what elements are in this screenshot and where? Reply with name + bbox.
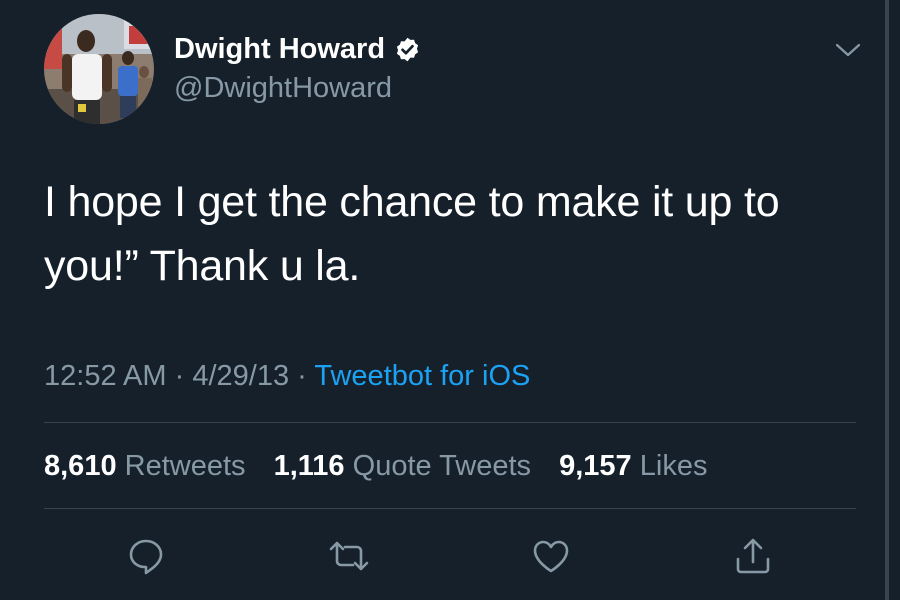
tweet-time[interactable]: 12:52 AM	[44, 360, 167, 392]
share-icon[interactable]	[732, 535, 774, 577]
retweets-stat[interactable]: 8,610 Retweets	[44, 450, 246, 482]
tweet-meta: 12:52 AM · 4/29/13 · Tweetbot for iOS	[44, 358, 530, 394]
tweet-date[interactable]: 4/29/13	[192, 360, 289, 392]
heart-icon[interactable]	[530, 535, 572, 577]
scrollbar[interactable]	[885, 0, 889, 600]
avatar-photo	[44, 14, 154, 124]
author-name-row[interactable]: Dwight Howard	[174, 32, 421, 66]
tweet-source-link[interactable]: Tweetbot for iOS	[314, 360, 530, 392]
tweet-text: I hope I get the chance to make it up to…	[44, 178, 780, 290]
meta-separator: ·	[174, 360, 185, 392]
chevron-down-icon[interactable]	[834, 36, 862, 64]
avatar[interactable]	[44, 14, 154, 124]
tweet-stats: 8,610 Retweets 1,116 Quote Tweets 9,157 …	[44, 448, 727, 484]
likes-stat[interactable]: 9,157 Likes	[559, 450, 707, 482]
reply-icon[interactable]	[125, 535, 167, 577]
quote-tweets-stat[interactable]: 1,116 Quote Tweets	[274, 450, 531, 482]
retweets-label: Retweets	[124, 450, 246, 482]
meta-separator: ·	[297, 360, 307, 392]
likes-label: Likes	[639, 450, 708, 482]
likes-count: 9,157	[559, 450, 632, 482]
quotes-count: 1,116	[273, 450, 345, 482]
retweets-count: 8,610	[44, 450, 117, 482]
verified-badge-icon	[394, 36, 421, 63]
divider	[44, 508, 856, 509]
quotes-label: Quote Tweets	[352, 450, 532, 482]
divider	[44, 422, 856, 423]
display-name[interactable]: Dwight Howard	[174, 32, 385, 66]
author-handle[interactable]: @DwightHoward	[174, 71, 392, 105]
retweet-icon[interactable]	[328, 535, 370, 577]
tweet-detail: Dwight Howard @DwightHoward I hope I get…	[0, 0, 900, 600]
